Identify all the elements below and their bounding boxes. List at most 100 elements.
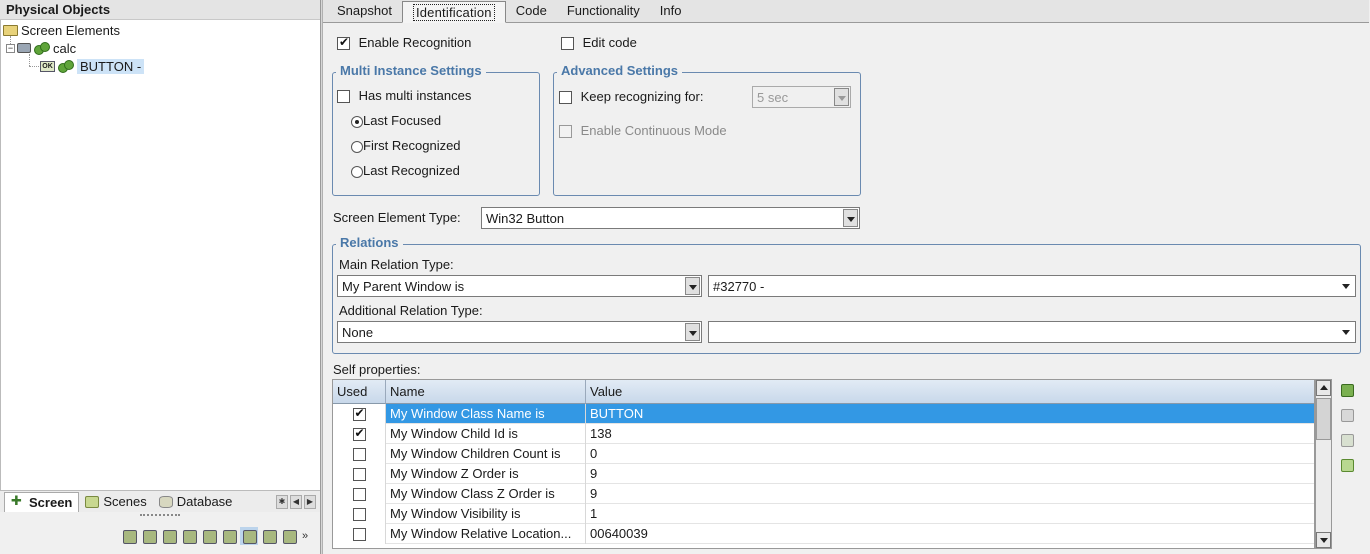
used-checkbox[interactable] — [352, 488, 366, 502]
scroll-thumb[interactable] — [1316, 398, 1331, 440]
table-row[interactable]: My Window Child Id is138 — [333, 424, 1314, 444]
used-cell[interactable] — [333, 504, 386, 524]
property-name-cell[interactable]: My Window Relative Location... — [386, 524, 586, 544]
used-cell[interactable] — [333, 424, 386, 444]
used-checkbox[interactable] — [352, 406, 366, 422]
radio-last-recognized[interactable]: Last Recognized — [351, 163, 460, 178]
scroll-down-icon[interactable] — [1316, 532, 1331, 548]
enable-recognition-row[interactable]: Enable Recognition — [337, 35, 471, 51]
keep-duration-select[interactable]: 5 sec — [752, 86, 851, 108]
property-name-cell[interactable]: My Window Class Z Order is — [386, 484, 586, 504]
property-value-cell[interactable]: 0 — [586, 444, 1314, 464]
property-value-cell[interactable]: 138 — [586, 424, 1314, 444]
move-up-button[interactable] — [1337, 430, 1357, 450]
used-checkbox[interactable] — [352, 528, 366, 542]
radio-label: Last Recognized — [363, 163, 460, 178]
dropdown-arrow-icon[interactable] — [685, 277, 700, 295]
used-checkbox[interactable] — [352, 508, 366, 522]
has-multi-checkbox[interactable] — [337, 90, 350, 104]
additional-relation-type-select[interactable]: None — [337, 321, 702, 343]
add-property-button[interactable] — [1337, 380, 1357, 400]
tree-node-screen-elements[interactable]: Screen Elements — [3, 21, 120, 39]
used-cell[interactable] — [333, 484, 386, 504]
tab-identification[interactable]: Identification — [401, 1, 506, 23]
tab-database[interactable]: Database — [153, 492, 239, 512]
delete-property-button[interactable] — [1337, 405, 1357, 425]
dropdown-arrow-icon[interactable] — [834, 88, 849, 106]
property-name-cell[interactable]: My Window Visibility is — [386, 504, 586, 524]
table-row[interactable]: My Window Relative Location... 00640039 — [333, 524, 1314, 544]
keep-recognizing-row[interactable]: Keep recognizing for: — [559, 89, 703, 105]
used-cell[interactable] — [333, 524, 386, 544]
tab-functionality[interactable]: Functionality — [557, 0, 650, 22]
radio-last-focused[interactable]: Last Focused — [351, 113, 441, 128]
radio-first-recognized[interactable]: First Recognized — [351, 138, 461, 153]
has-multi-row[interactable]: Has multi instances — [337, 88, 471, 104]
used-checkbox[interactable] — [352, 448, 366, 462]
link-tool-icon[interactable] — [180, 527, 198, 545]
property-value-cell[interactable]: 1 — [586, 504, 1314, 524]
overflow-chevron-icon[interactable]: » — [302, 530, 308, 542]
tools-icon[interactable] — [240, 527, 258, 545]
property-value-cell[interactable]: 9 — [586, 484, 1314, 504]
table-row[interactable]: My Window Class Name isBUTTON — [333, 404, 1314, 424]
element-type-select[interactable]: Win32 Button — [481, 207, 860, 229]
used-cell[interactable] — [333, 404, 386, 424]
keep-recognizing-checkbox[interactable] — [559, 91, 572, 105]
table-row[interactable]: My Window Z Order is 9 — [333, 464, 1314, 484]
tree-node-calc[interactable]: − calc — [6, 39, 76, 57]
tab-scenes[interactable]: Scenes — [79, 492, 152, 512]
flag-tool-icon[interactable] — [160, 527, 178, 545]
tab-snapshot[interactable]: Snapshot — [327, 0, 402, 22]
table-row[interactable]: My Window Class Z Order is 9 — [333, 484, 1314, 504]
tab-code[interactable]: Code — [506, 0, 557, 22]
dropdown-arrow-icon[interactable] — [1339, 277, 1354, 295]
main-relation-type-select[interactable]: My Parent Window is — [337, 275, 702, 297]
used-cell[interactable] — [333, 444, 386, 464]
edit-code-checkbox[interactable] — [561, 37, 574, 51]
tab-screen[interactable]: Screen — [4, 491, 80, 512]
used-checkbox[interactable] — [352, 468, 366, 482]
scroll-right-icon[interactable]: ▶ — [304, 494, 316, 509]
used-cell[interactable] — [333, 464, 386, 484]
dropdown-arrow-icon[interactable] — [685, 323, 700, 341]
property-value-cell[interactable]: 00640039 — [586, 524, 1314, 544]
collapse-icon[interactable]: − — [6, 43, 15, 53]
property-value-cell[interactable]: 9 — [586, 464, 1314, 484]
scroll-up-icon[interactable] — [1316, 380, 1331, 396]
enable-recognition-checkbox[interactable] — [337, 35, 350, 51]
table-row[interactable]: My Window Children Count is 0 — [333, 444, 1314, 464]
scroll-left-icon[interactable]: ◀ — [290, 494, 302, 509]
radio-button[interactable] — [351, 165, 363, 178]
tab-info[interactable]: Info — [650, 0, 692, 22]
plus-icon — [11, 493, 25, 509]
people-tool-icon[interactable] — [120, 527, 138, 545]
used-checkbox[interactable] — [352, 426, 366, 442]
windows-tool-icon[interactable] — [260, 527, 278, 545]
table-row[interactable]: My Window Visibility is 1 — [333, 504, 1314, 524]
property-name-cell[interactable]: My Window Class Name is — [386, 404, 586, 424]
radio-button[interactable] — [351, 115, 363, 128]
dropdown-arrow-icon[interactable] — [1339, 323, 1354, 341]
property-value-cell[interactable]: BUTTON — [586, 404, 1314, 424]
gear-icon[interactable]: ✱ — [276, 494, 288, 509]
main-relation-target-select[interactable]: #32770 - — [708, 275, 1356, 297]
monitor-tool-icon[interactable] — [200, 527, 218, 545]
property-name-cell[interactable]: My Window Child Id is — [386, 424, 586, 444]
additional-relation-target-select[interactable] — [708, 321, 1356, 343]
property-name-cell[interactable]: My Window Z Order is — [386, 464, 586, 484]
resize-grip[interactable] — [140, 514, 180, 518]
table-scrollbar[interactable] — [1315, 379, 1332, 549]
tree-node-button[interactable]: OK BUTTON - — [40, 57, 145, 75]
database-tool-icon[interactable] — [220, 527, 238, 545]
column-header-value[interactable]: Value — [586, 380, 1314, 404]
document-tool-icon[interactable] — [140, 527, 158, 545]
dropdown-arrow-icon[interactable] — [843, 209, 858, 227]
radio-button[interactable] — [351, 140, 363, 153]
property-name-cell[interactable]: My Window Children Count is — [386, 444, 586, 464]
edit-code-row[interactable]: Edit code — [561, 35, 637, 51]
column-header-name[interactable]: Name — [386, 380, 586, 404]
move-down-button[interactable] — [1337, 455, 1357, 475]
column-header-used[interactable]: Used — [333, 380, 386, 404]
print-tool-icon[interactable] — [280, 527, 298, 545]
